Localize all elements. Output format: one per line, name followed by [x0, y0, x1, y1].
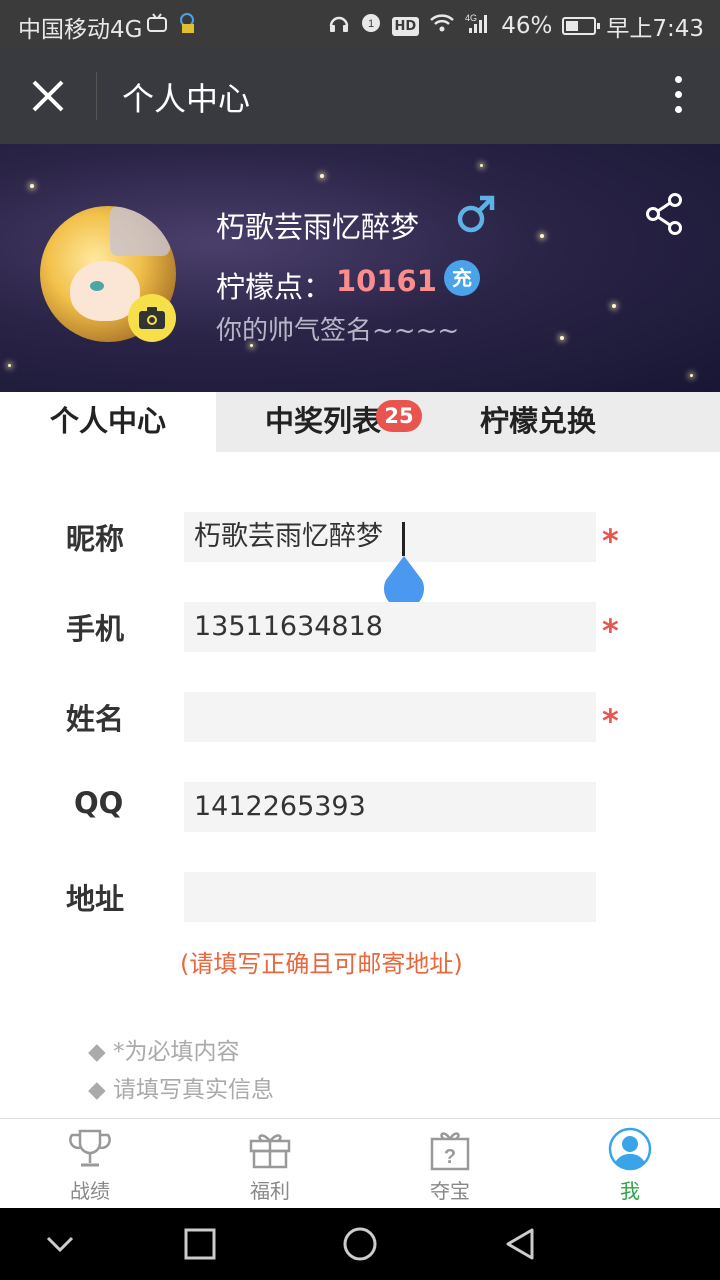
title-divider	[96, 72, 97, 120]
male-gender-icon	[456, 194, 496, 234]
phone-label: 手机	[66, 612, 125, 646]
name-label: 姓名	[66, 702, 125, 736]
address-label: 地址	[66, 882, 125, 916]
system-nav-bar	[0, 1208, 720, 1280]
text-cursor	[402, 522, 405, 556]
bottom-nav: 战绩 福利 ? 夺宝 我	[0, 1118, 720, 1208]
share-icon[interactable]	[644, 192, 684, 236]
carrier-label: 中国移动4G	[18, 17, 143, 43]
username: 朽歌芸雨忆醉梦	[216, 210, 420, 244]
nav-treasure-label: 夺宝	[430, 1179, 470, 1203]
battery-percent: 46%	[501, 13, 553, 39]
nav-record-label: 战绩	[70, 1179, 110, 1203]
tv-icon	[146, 12, 168, 40]
tab-lemon-exchange[interactable]: 柠檬兑换	[430, 392, 646, 452]
svg-text:4G: 4G	[465, 13, 477, 23]
profile-header: 朽歌芸雨忆醉梦 柠檬点： 10161 充 你的帅气签名~~~~	[0, 144, 720, 392]
prize-count-badge: 25	[376, 400, 422, 432]
required-mark: *	[602, 612, 619, 650]
cursor-handle[interactable]	[382, 556, 426, 609]
signature[interactable]: 你的帅气签名~~~~	[216, 310, 459, 347]
nav-treasure[interactable]: ? 夺宝	[390, 1119, 510, 1209]
battery-icon	[562, 17, 601, 35]
recent-apps-icon[interactable]	[182, 1226, 218, 1262]
clock: 早上7:43	[606, 16, 704, 42]
close-icon[interactable]	[28, 76, 68, 116]
qq-label: QQ	[74, 786, 124, 820]
recharge-button[interactable]: 充	[444, 260, 480, 296]
svg-text:1: 1	[367, 18, 373, 30]
points-label: 柠檬点：	[216, 270, 333, 304]
tab-personal-center[interactable]: 个人中心	[0, 392, 216, 452]
name-field[interactable]	[184, 692, 596, 742]
points-value: 10161	[336, 264, 437, 298]
trophy-icon	[69, 1129, 111, 1167]
page-title: 个人中心	[122, 80, 251, 118]
nav-me-label: 我	[620, 1179, 640, 1203]
mystery-box-icon: ?	[430, 1132, 470, 1171]
nav-welfare[interactable]: 福利	[210, 1119, 330, 1209]
address-field[interactable]	[184, 872, 596, 922]
nickname-label: 昵称	[66, 522, 125, 556]
more-menu-icon[interactable]	[672, 76, 684, 116]
back-icon[interactable]	[502, 1226, 538, 1262]
vpn-lock-icon	[176, 12, 198, 42]
required-mark: *	[602, 522, 619, 560]
nav-record[interactable]: 战绩	[30, 1119, 150, 1209]
nickname-field[interactable]: 朽歌芸雨忆醉梦	[184, 512, 596, 562]
title-bar: 个人中心	[0, 48, 720, 144]
hide-keyboard-icon[interactable]	[44, 1226, 76, 1262]
qq-field[interactable]: 1412265393	[184, 782, 596, 832]
user-icon	[608, 1127, 652, 1171]
phone-field[interactable]: 13511634818	[184, 602, 596, 652]
hd-icon: HD	[391, 16, 420, 36]
camera-icon[interactable]	[128, 294, 176, 342]
svg-text:?: ?	[444, 1146, 456, 1168]
nfc-icon: 1	[360, 12, 382, 40]
gift-icon	[249, 1134, 291, 1169]
signal-icon: 4G	[465, 12, 491, 40]
nav-welfare-label: 福利	[250, 1179, 290, 1203]
nav-me[interactable]: 我	[570, 1119, 690, 1209]
note-real-info: ◆ 请填写真实信息	[88, 1077, 274, 1103]
status-bar: 中国移动4G 1 HD 4G 46% 早上7:43	[0, 0, 720, 48]
headphone-icon	[328, 12, 350, 40]
note-required: ◆ *为必填内容	[88, 1039, 240, 1065]
wifi-icon	[429, 12, 455, 40]
home-icon[interactable]	[340, 1226, 380, 1262]
address-hint: (请填写正确且可邮寄地址)	[180, 950, 463, 978]
tab-bar: 个人中心 中奖列表 柠檬兑换	[0, 392, 720, 452]
required-mark: *	[602, 702, 619, 740]
